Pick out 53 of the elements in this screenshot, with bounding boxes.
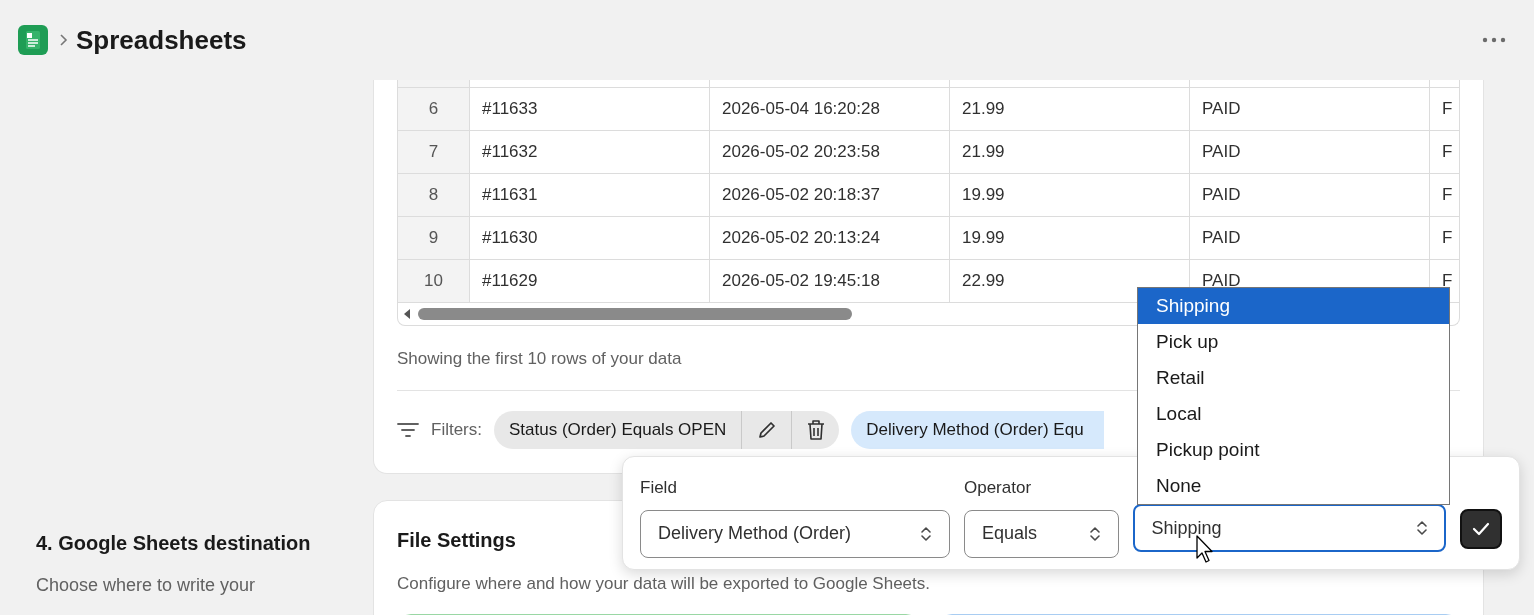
operator-select[interactable]: Equals (963, 509, 1120, 558)
table-cell: 2026-05-04 16:20:28 (710, 88, 950, 130)
table-cell: #11633 (470, 88, 710, 130)
section-title: 4. Google Sheets destination (36, 531, 311, 556)
filter-chip-label[interactable]: Status (Order) Equals OPEN (494, 416, 742, 443)
field-select[interactable]: Delivery Method (Order) (640, 509, 950, 558)
more-icon (1482, 37, 1506, 43)
table-cell: F (1430, 131, 1459, 173)
chevron-right-icon (58, 33, 68, 47)
page-title: Spreadsheets (76, 23, 247, 57)
select-caret-icon (919, 524, 932, 543)
row-number: 10 (398, 260, 470, 302)
filter-chip[interactable]: Delivery Method (Order) Equ (851, 410, 1104, 449)
table-cell: 19.99 (950, 174, 1190, 216)
check-icon (1472, 522, 1491, 536)
table-cell: 21.99 (950, 88, 1190, 130)
section-description: Choose where to write your (36, 574, 257, 597)
table-cell: 2026-05-02 20:13:24 (710, 217, 950, 259)
filters-label: Filters: (431, 418, 482, 441)
row-number: 9 (398, 217, 470, 259)
table-cell: #11630 (470, 217, 710, 259)
table-cell: 21.99 (950, 131, 1190, 173)
table-cell: PAID (1190, 88, 1430, 130)
table-cell: 2026-05-02 19:45:18 (710, 260, 950, 302)
table-cell: PAID (1190, 131, 1430, 173)
table-cell: #11632 (470, 131, 710, 173)
table-cell: F (1430, 217, 1459, 259)
table-cell: #11629 (470, 260, 710, 302)
app-logo-icon (18, 25, 48, 55)
row-number: 7 (398, 131, 470, 173)
card-description: Configure where and how your data will be exported to Google Sheets. (397, 572, 931, 595)
pencil-icon (756, 419, 777, 440)
table-cell: PAID (1190, 217, 1430, 259)
scroll-left-icon[interactable] (402, 308, 412, 320)
card-title: File Settings (397, 527, 516, 553)
filter-icon (397, 421, 419, 438)
select-caret-icon (1416, 519, 1429, 537)
confirm-button[interactable] (1460, 509, 1502, 549)
table-cell: F (1430, 88, 1459, 130)
table-cell: F (1430, 174, 1459, 216)
table-cell: PAID (1190, 174, 1430, 216)
preview-caption: Showing the first 10 rows of your data (397, 348, 683, 370)
row-number: 6 (398, 88, 470, 130)
row-number: 8 (398, 174, 470, 216)
table-cell: 2026-05-02 20:18:37 (710, 174, 950, 216)
table-cell: 2026-05-02 20:23:58 (710, 131, 950, 173)
horizontal-scrollbar-thumb[interactable] (418, 308, 852, 320)
trash-icon (805, 418, 826, 441)
table-cell: 19.99 (950, 217, 1190, 259)
table-cell: #11631 (470, 174, 710, 216)
select-caret-icon (1089, 524, 1102, 543)
operator-label: Operator (963, 477, 1033, 499)
field-label: Field (640, 477, 678, 499)
